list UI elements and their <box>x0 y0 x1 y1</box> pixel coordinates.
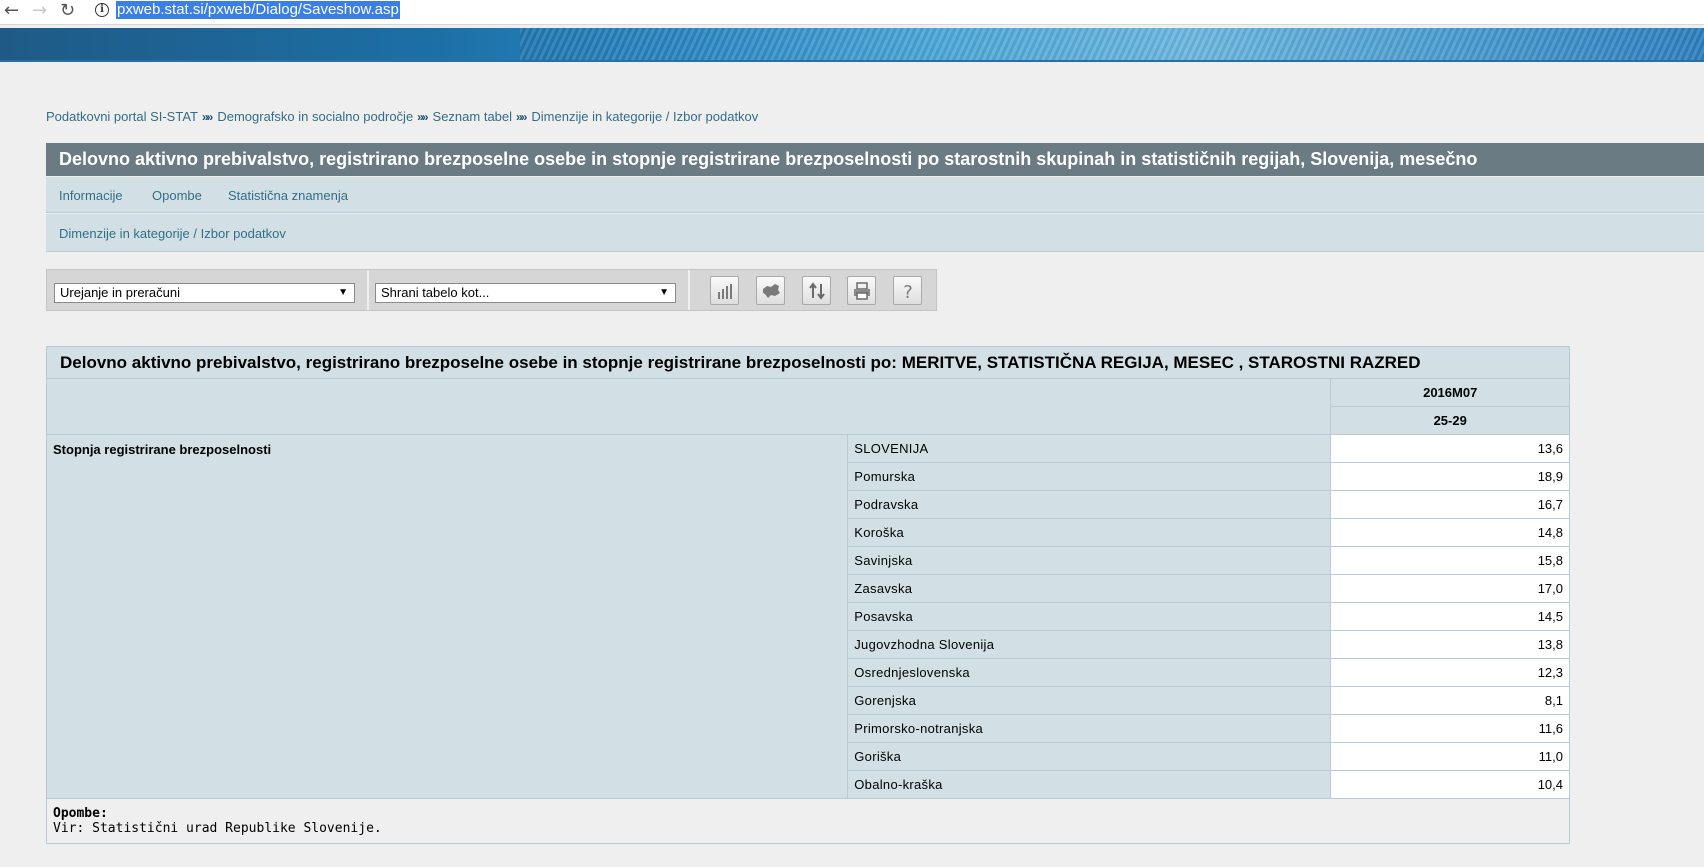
breadcrumb-item-dimensions[interactable]: Dimenzije in kategorije / Izbor podatkov <box>531 109 758 124</box>
value-cell: 14,8 <box>1330 518 1570 547</box>
toolbar-separator <box>367 270 369 310</box>
breadcrumb: Podatkovni portal SI-STAT»» Demografsko i… <box>46 109 758 124</box>
table-toolbar: Urejanje in preračuni ▼ Shrani tabelo ko… <box>46 269 937 311</box>
url-field[interactable]: pxweb.stat.si/pxweb/Dialog/Saveshow.asp <box>116 1 400 19</box>
pivot-icon <box>809 282 825 300</box>
breadcrumb-item-table-list[interactable]: Seznam tabel <box>433 109 513 124</box>
value-cell: 8,1 <box>1330 686 1570 715</box>
forward-icon[interactable]: → <box>32 1 47 21</box>
site-info-icon[interactable]: i <box>95 3 109 17</box>
table-notes: Opombe: Vir: Statistični urad Republike … <box>46 799 1570 844</box>
table-header-row: 2016M07 <box>45 378 1570 435</box>
browser-address-bar: ← → ↻ i pxweb.stat.si/pxweb/Dialog/Saves… <box>0 0 1704 25</box>
chart-button[interactable] <box>710 276 739 305</box>
region-cell: Savinjska <box>847 546 1332 575</box>
region-cell: Obalno-kraška <box>847 770 1332 799</box>
toolbar-separator <box>688 270 690 310</box>
map-icon <box>763 284 780 298</box>
breadcrumb-item-portal[interactable]: Podatkovni portal SI-STAT <box>46 109 198 124</box>
region-cell: Gorenjska <box>847 686 1332 715</box>
region-cell: Osrednjeslovenska <box>847 658 1332 687</box>
banner-divider <box>0 60 1704 62</box>
region-cell: Goriška <box>847 742 1332 771</box>
column-header-age-group: 25-29 <box>1330 406 1570 435</box>
dropdown-arrow-icon: ▼ <box>338 287 348 298</box>
value-cell: 18,9 <box>1330 462 1570 491</box>
region-cell: Podravska <box>847 490 1332 519</box>
region-cell: Koroška <box>847 518 1332 547</box>
value-cell: 17,0 <box>1330 574 1570 603</box>
info-tabs: Informacije Opombe Statistična znamenja <box>46 177 1704 213</box>
edit-select-value: Urejanje in preračuni <box>60 285 180 300</box>
help-button[interactable]: ? <box>893 276 922 305</box>
site-banner <box>0 28 1704 60</box>
value-cell: 11,0 <box>1330 742 1570 771</box>
value-cell: 12,3 <box>1330 658 1570 687</box>
help-icon: ? <box>903 282 913 301</box>
notes-source: Vir: Statistični urad Republike Slovenij… <box>53 821 382 836</box>
save-table-as-select[interactable]: Shrani tabelo kot... ▼ <box>375 283 676 303</box>
edit-calculations-select[interactable]: Urejanje in preračuni ▼ <box>54 283 355 303</box>
region-cell: Posavska <box>847 602 1332 631</box>
breadcrumb-separator: »» <box>417 110 428 124</box>
print-icon <box>854 282 870 300</box>
map-button[interactable] <box>756 276 785 305</box>
svg-text:?: ? <box>903 282 913 301</box>
tab-informacije[interactable]: Informacije <box>59 188 123 203</box>
breadcrumb-separator: »» <box>201 110 213 124</box>
value-cell: 13,8 <box>1330 630 1570 659</box>
page-title: Delovno aktivno prebivalstvo, registrira… <box>46 143 1704 176</box>
chart-icon <box>718 284 732 299</box>
print-button[interactable] <box>847 276 876 305</box>
value-cell: 13,6 <box>1330 434 1570 463</box>
value-cell: 14,5 <box>1330 602 1570 631</box>
measure-label: Stopnja registrirane brezposelnosti <box>45 434 849 799</box>
table-header-corner <box>45 378 1332 435</box>
value-cell: 10,4 <box>1330 770 1570 799</box>
region-cell: Jugovzhodna Slovenija <box>847 630 1332 659</box>
breadcrumb-separator: »» <box>516 110 527 124</box>
value-cell: 15,8 <box>1330 546 1570 575</box>
tab-statisticna-znamenja[interactable]: Statistična znamenja <box>228 188 348 203</box>
value-cell: 11,6 <box>1330 714 1570 743</box>
table-caption: Delovno aktivno prebivalstvo, registrira… <box>46 346 1570 378</box>
value-cell: 16,7 <box>1330 490 1570 519</box>
table-row: Stopnja registrirane brezposelnosti SLOVE… <box>45 434 1570 799</box>
subnav-bar: Dimenzije in kategorije / Izbor podatkov <box>46 214 1704 252</box>
banner-texture <box>520 28 1704 60</box>
save-select-value: Shrani tabelo kot... <box>381 285 490 300</box>
data-table: 2016M07 25-29 Stopnja registrirane brezp… <box>45 378 1570 799</box>
region-cell: Zasavska <box>847 574 1332 603</box>
breadcrumb-item-domain[interactable]: Demografsko in socialno področje <box>217 109 413 124</box>
region-cell: Primorsko-notranjska <box>847 714 1332 743</box>
dropdown-arrow-icon: ▼ <box>659 287 669 298</box>
region-cell: Pomurska <box>847 462 1332 491</box>
column-header-month: 2016M07 <box>1330 378 1570 407</box>
reload-icon[interactable]: ↻ <box>60 1 75 21</box>
region-cell: SLOVENIJA <box>847 434 1332 463</box>
pivot-button[interactable] <box>802 276 831 305</box>
notes-heading: Opombe: <box>53 806 108 821</box>
back-icon[interactable]: ← <box>4 1 19 21</box>
data-table-container: Delovno aktivno prebivalstvo, registrira… <box>45 346 1570 844</box>
tab-opombe[interactable]: Opombe <box>152 188 202 203</box>
subnav-dimensions-link[interactable]: Dimenzije in kategorije / Izbor podatkov <box>59 226 286 241</box>
